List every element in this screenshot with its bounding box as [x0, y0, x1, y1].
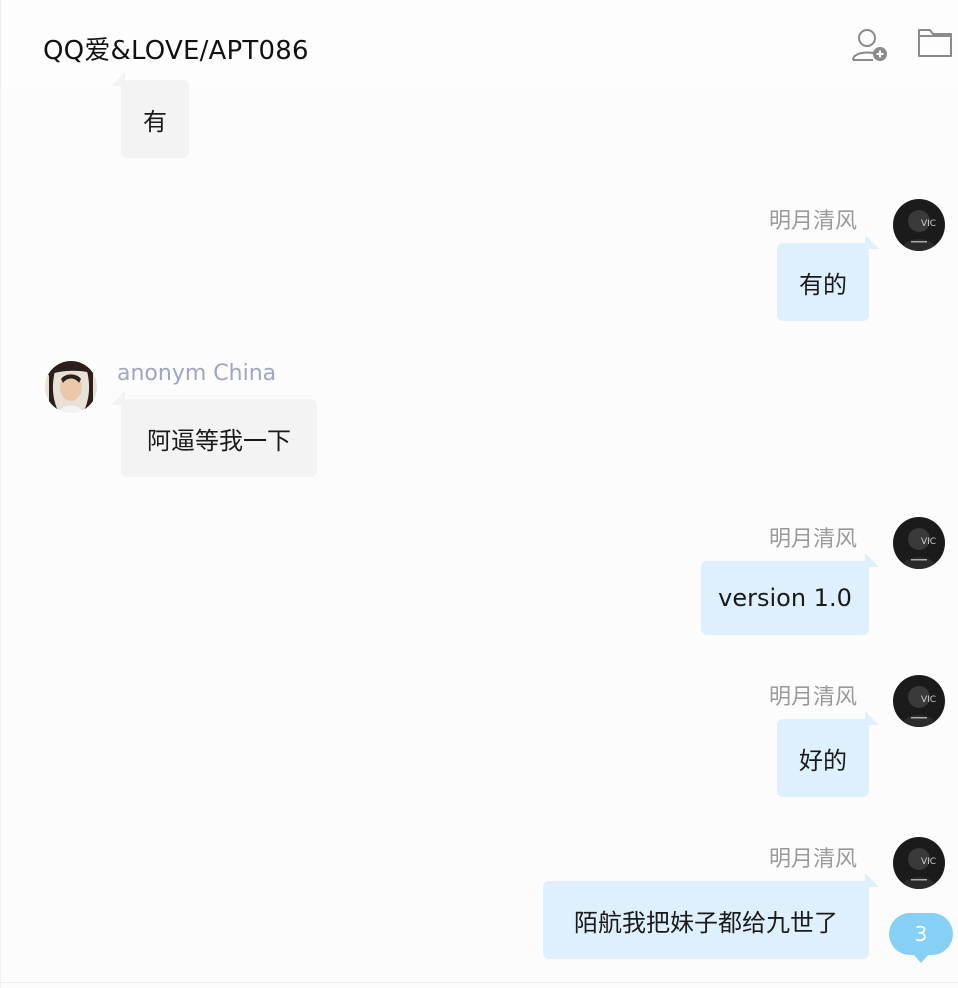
avatar[interactable]: VIC — [893, 837, 945, 889]
avatar[interactable]: VIC — [893, 675, 945, 727]
unread-count-badge[interactable]: 3 — [889, 913, 953, 963]
chat-window: QQ爱&LOVE/APT086 有 明月清风 VIC 有的 anonym Chi… — [0, 0, 958, 988]
message-text: version 1.0 — [718, 584, 852, 612]
sender-name: 明月清风 — [769, 847, 858, 872]
bubble-tail — [865, 873, 879, 887]
sender-name: 明月清风 — [769, 685, 858, 710]
badge-pointer — [913, 954, 929, 963]
divider — [1, 982, 958, 983]
message-text: 陌航我把妹子都给九世了 — [574, 908, 838, 937]
bubble-tail — [865, 711, 879, 725]
message-bubble: 好的 — [777, 711, 879, 797]
message-bubble: 陌航我把妹子都给九世了 — [543, 873, 879, 959]
message-text: 有的 — [799, 270, 847, 299]
sender-name: anonym China — [117, 361, 277, 386]
bubble-tail — [865, 553, 879, 567]
svg-text:VIC: VIC — [921, 537, 936, 547]
svg-text:VIC: VIC — [921, 695, 936, 705]
svg-text:VIC: VIC — [921, 857, 936, 867]
message-text: 阿逼等我一下 — [147, 426, 291, 455]
bubble-tail — [865, 235, 879, 249]
message-text: 有 — [143, 107, 167, 136]
message-bubble: 有的 — [777, 235, 879, 321]
avatar[interactable]: VIC — [893, 199, 945, 251]
unread-count: 3 — [914, 922, 928, 946]
folder-icon[interactable] — [917, 26, 953, 62]
message-bubble: version 1.0 — [701, 553, 879, 635]
bubble-tail — [111, 72, 125, 86]
bubble-tail — [111, 391, 125, 405]
message-bubble: 有 — [111, 72, 189, 158]
sender-name: 明月清风 — [769, 209, 858, 234]
avatar[interactable]: VIC — [893, 517, 945, 569]
sender-name: 明月清风 — [769, 527, 858, 552]
chat-header: QQ爱&LOVE/APT086 — [1, 0, 958, 88]
message-bubble: 阿逼等我一下 — [111, 391, 317, 477]
svg-text:VIC: VIC — [921, 219, 936, 229]
avatar[interactable] — [45, 361, 97, 413]
message-text: 好的 — [799, 746, 847, 775]
add-user-icon[interactable] — [851, 26, 891, 68]
chat-title: QQ爱&LOVE/APT086 — [43, 36, 309, 66]
